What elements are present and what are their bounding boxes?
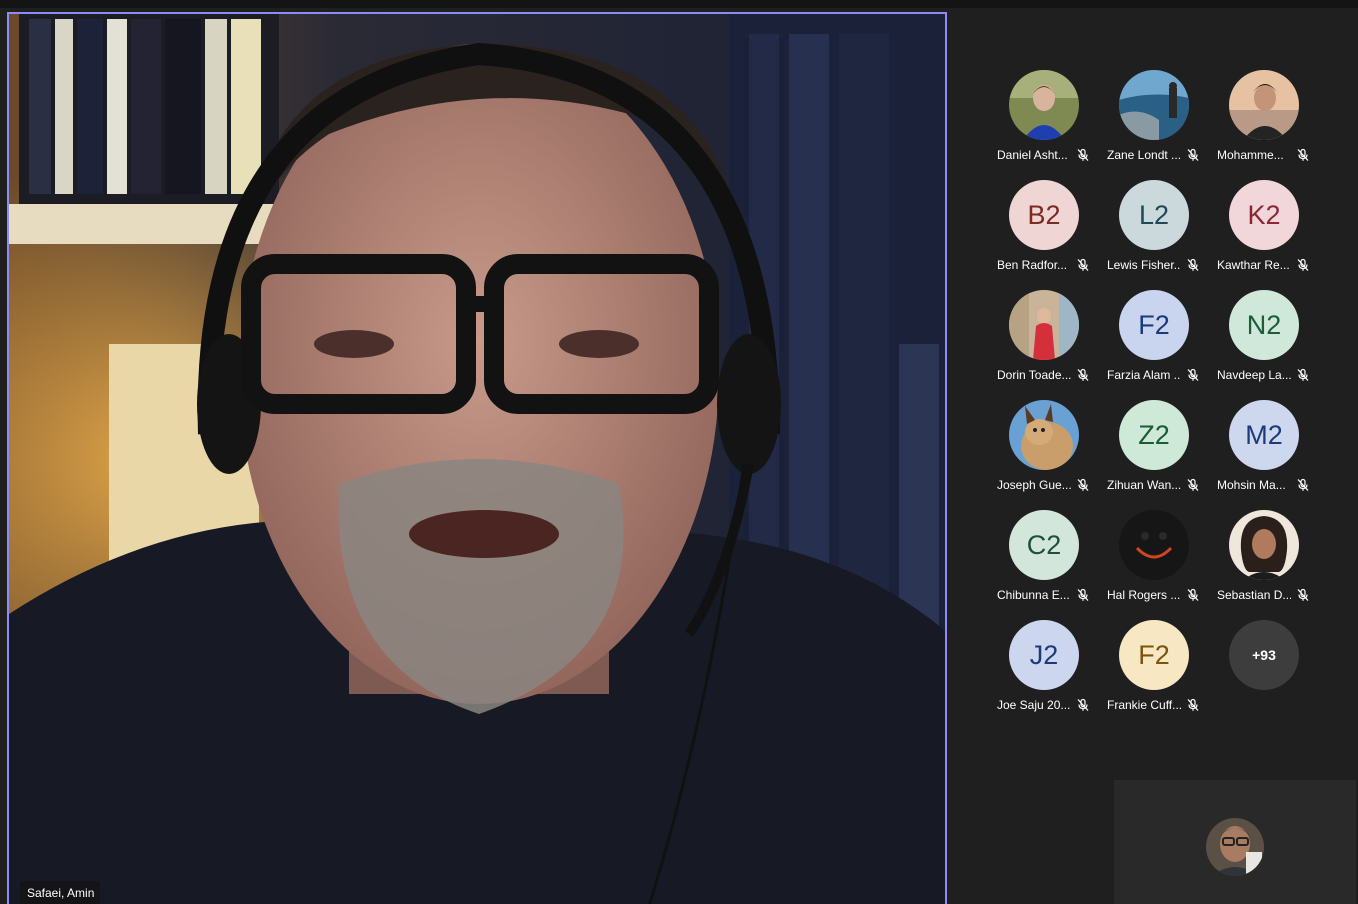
participant-name: Kawthar Re... xyxy=(1217,258,1290,272)
participant-name: Navdeep La... xyxy=(1217,368,1291,382)
mic-off-icon xyxy=(1076,368,1090,382)
participant-tile[interactable]: Z2 Zihuan Wan... xyxy=(1098,394,1208,504)
participant-name: Mohamme... xyxy=(1217,148,1284,162)
participant-photo-avatar xyxy=(1009,290,1079,360)
participant-initials-avatar: Z2 xyxy=(1119,400,1189,470)
participant-name: Joseph Gue... xyxy=(997,478,1071,492)
speaker-video-frame xyxy=(9,14,945,904)
participant-tile[interactable]: M2 Mohsin Ma... xyxy=(1208,394,1318,504)
participant-photo-avatar xyxy=(1119,510,1189,580)
speaker-name-label: Safaei, Amin xyxy=(20,881,101,904)
more-participants-tile[interactable]: +93 xyxy=(1208,614,1318,724)
mic-off-icon xyxy=(1186,698,1200,712)
participant-tile[interactable]: Dorin Toade... xyxy=(988,284,1098,394)
participant-initials-avatar: F2 xyxy=(1119,620,1189,690)
participant-name: Farzia Alam ... xyxy=(1107,368,1181,382)
participant-photo-avatar xyxy=(1009,400,1079,470)
participant-initials-avatar: N2 xyxy=(1229,290,1299,360)
participant-name: Ben Radfor... xyxy=(997,258,1068,272)
mic-off-icon xyxy=(1186,258,1200,272)
mic-off-icon xyxy=(1296,148,1310,162)
participant-name: Lewis Fisher... xyxy=(1107,258,1181,272)
participant-tile[interactable]: Zane Londt ... xyxy=(1098,64,1208,174)
participant-name: Sebastian D... xyxy=(1217,588,1291,602)
participant-initials-avatar: M2 xyxy=(1229,400,1299,470)
mic-off-icon xyxy=(1186,588,1200,602)
mic-off-icon xyxy=(1296,368,1310,382)
participant-tile[interactable]: K2 Kawthar Re... xyxy=(1208,174,1318,284)
participant-tile[interactable]: N2 Navdeep La... xyxy=(1208,284,1318,394)
participant-photo-avatar xyxy=(1009,70,1079,140)
participant-name: Zane Londt ... xyxy=(1107,148,1181,162)
self-avatar xyxy=(1206,818,1264,876)
participant-name: Frankie Cuff... xyxy=(1107,698,1181,712)
mic-off-icon xyxy=(1076,478,1090,492)
participant-name: Dorin Toade... xyxy=(997,368,1071,382)
participant-tile[interactable]: Joseph Gue... xyxy=(988,394,1098,504)
participant-initials-avatar: F2 xyxy=(1119,290,1189,360)
participant-initials-avatar: C2 xyxy=(1009,510,1079,580)
mic-off-icon xyxy=(1076,148,1090,162)
mic-off-icon xyxy=(1076,698,1090,712)
mic-off-icon xyxy=(1076,258,1090,272)
participant-tile[interactable]: L2 Lewis Fisher... xyxy=(1098,174,1208,284)
participant-tile[interactable]: Mohamme... xyxy=(1208,64,1318,174)
main-speaker-video[interactable]: Safaei, Amin xyxy=(7,12,947,904)
participant-name: Joe Saju 20... xyxy=(997,698,1071,712)
mic-off-icon xyxy=(1296,258,1310,272)
mic-off-icon xyxy=(1186,478,1200,492)
participant-photo-avatar xyxy=(1229,510,1299,580)
participant-photo-avatar xyxy=(1229,70,1299,140)
participant-name: Daniel Asht... xyxy=(997,148,1068,162)
participant-name: Hal Rogers ... xyxy=(1107,588,1181,602)
participant-tile[interactable]: Hal Rogers ... xyxy=(1098,504,1208,614)
mic-off-icon xyxy=(1296,588,1310,602)
participant-tile[interactable]: C2 Chibunna E... xyxy=(988,504,1098,614)
participant-tile[interactable]: Sebastian D... xyxy=(1208,504,1318,614)
window-top-bar xyxy=(0,0,1358,8)
participant-name: Zihuan Wan... xyxy=(1107,478,1181,492)
participant-name: Mohsin Ma... xyxy=(1217,478,1286,492)
participant-tile[interactable]: F2 Frankie Cuff... xyxy=(1098,614,1208,724)
mic-off-icon xyxy=(1186,148,1200,162)
participant-tile[interactable]: Daniel Asht... xyxy=(988,64,1098,174)
participant-initials-avatar: B2 xyxy=(1009,180,1079,250)
participant-initials-avatar: J2 xyxy=(1009,620,1079,690)
mic-off-icon xyxy=(1076,588,1090,602)
participant-initials-avatar: K2 xyxy=(1229,180,1299,250)
mic-off-icon xyxy=(1186,368,1200,382)
participant-tile[interactable]: B2 Ben Radfor... xyxy=(988,174,1098,284)
mic-off-icon xyxy=(1296,478,1310,492)
participant-tile[interactable]: F2 Farzia Alam ... xyxy=(1098,284,1208,394)
participant-tile[interactable]: J2 Joe Saju 20... xyxy=(988,614,1098,724)
self-view-tile[interactable] xyxy=(1114,780,1356,904)
participant-photo-avatar xyxy=(1119,70,1189,140)
more-participants-count[interactable]: +93 xyxy=(1229,620,1299,690)
participant-name: Chibunna E... xyxy=(997,588,1070,602)
participant-initials-avatar: L2 xyxy=(1119,180,1189,250)
